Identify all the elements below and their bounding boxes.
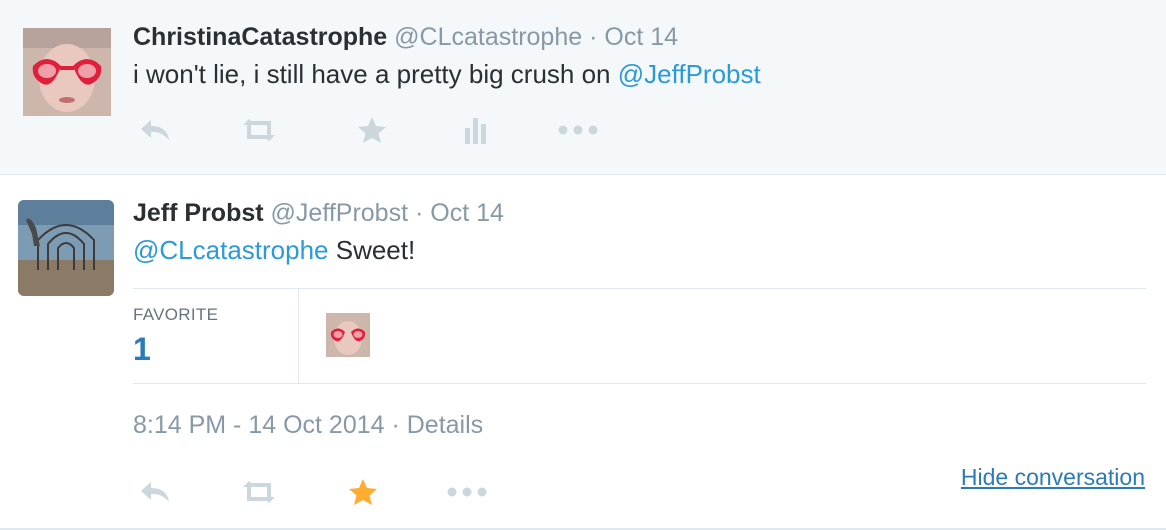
reply-icon	[141, 482, 169, 502]
favorite-icon	[349, 479, 377, 505]
author-fullname[interactable]: ChristinaCatastrophe	[133, 23, 387, 51]
tweet-actions	[133, 472, 533, 512]
meta-separator: ·	[414, 199, 424, 227]
avatar-image	[326, 313, 370, 357]
tweet-text: i won't lie, i still have a pretty big c…	[133, 58, 761, 90]
christina-avatar[interactable]	[23, 28, 111, 116]
reply-icon	[141, 120, 169, 140]
timestamp-text[interactable]: 8:14 PM - 14 Oct 2014	[133, 411, 385, 439]
mention-link[interactable]: @JeffProbst	[618, 59, 761, 89]
tweet-header: Jeff Probst @JeffProbst · Oct 14	[133, 198, 504, 228]
more-icon	[447, 487, 487, 497]
reply-button[interactable]	[133, 110, 177, 150]
stat-value: 1	[133, 331, 151, 367]
tweet-date[interactable]: Oct 14	[430, 199, 504, 227]
author-username[interactable]: @JeffProbst	[271, 199, 408, 227]
jeff-avatar[interactable]	[18, 200, 114, 296]
tweet-actions	[133, 110, 633, 150]
analytics-button[interactable]	[454, 110, 498, 150]
more-button[interactable]	[445, 472, 489, 512]
tweet-text-body: Sweet!	[328, 235, 416, 265]
reply-button[interactable]	[133, 472, 177, 512]
favoriter-avatar[interactable]	[326, 313, 370, 357]
tweet-timestamp: 8:14 PM - 14 Oct 2014 · Details	[133, 411, 483, 440]
avatar-image	[18, 200, 114, 296]
retweet-icon	[243, 481, 275, 503]
tweet-text: @CLcatastrophe Sweet!	[133, 234, 415, 266]
retweet-icon	[243, 119, 275, 141]
more-button[interactable]	[556, 110, 600, 150]
details-link[interactable]: Details	[407, 411, 483, 439]
tweet-christina[interactable]: ChristinaCatastrophe @CLcatastrophe · Oc…	[0, 0, 1166, 175]
tweet-date[interactable]: Oct 14	[604, 23, 678, 51]
favorite-button[interactable]	[350, 110, 394, 150]
details-separator: ·	[384, 411, 407, 439]
favorite-icon	[358, 117, 386, 143]
favorite-stat[interactable]: FAVORITE 1	[133, 289, 299, 383]
analytics-icon	[465, 118, 486, 144]
more-icon	[558, 125, 598, 135]
stat-label: FAVORITE	[133, 305, 219, 324]
tweet-header: ChristinaCatastrophe @CLcatastrophe · Oc…	[133, 22, 678, 52]
retweet-button[interactable]	[237, 110, 281, 150]
author-fullname[interactable]: Jeff Probst	[133, 199, 264, 227]
retweet-button[interactable]	[237, 472, 281, 512]
avatar-image	[23, 28, 111, 116]
author-username[interactable]: @CLcatastrophe	[394, 23, 582, 51]
meta-separator: ·	[589, 23, 598, 51]
mention-link[interactable]: @CLcatastrophe	[133, 235, 329, 265]
tweet-text-body: i won't lie, i still have a pretty big c…	[133, 59, 618, 89]
tweet-jeff[interactable]: Jeff Probst @JeffProbst · Oct 14 @CLcata…	[0, 175, 1166, 530]
hide-conversation-link[interactable]: Hide conversation	[961, 464, 1145, 491]
tweet-stats: FAVORITE 1	[133, 288, 1146, 384]
favorite-button[interactable]	[341, 472, 385, 512]
